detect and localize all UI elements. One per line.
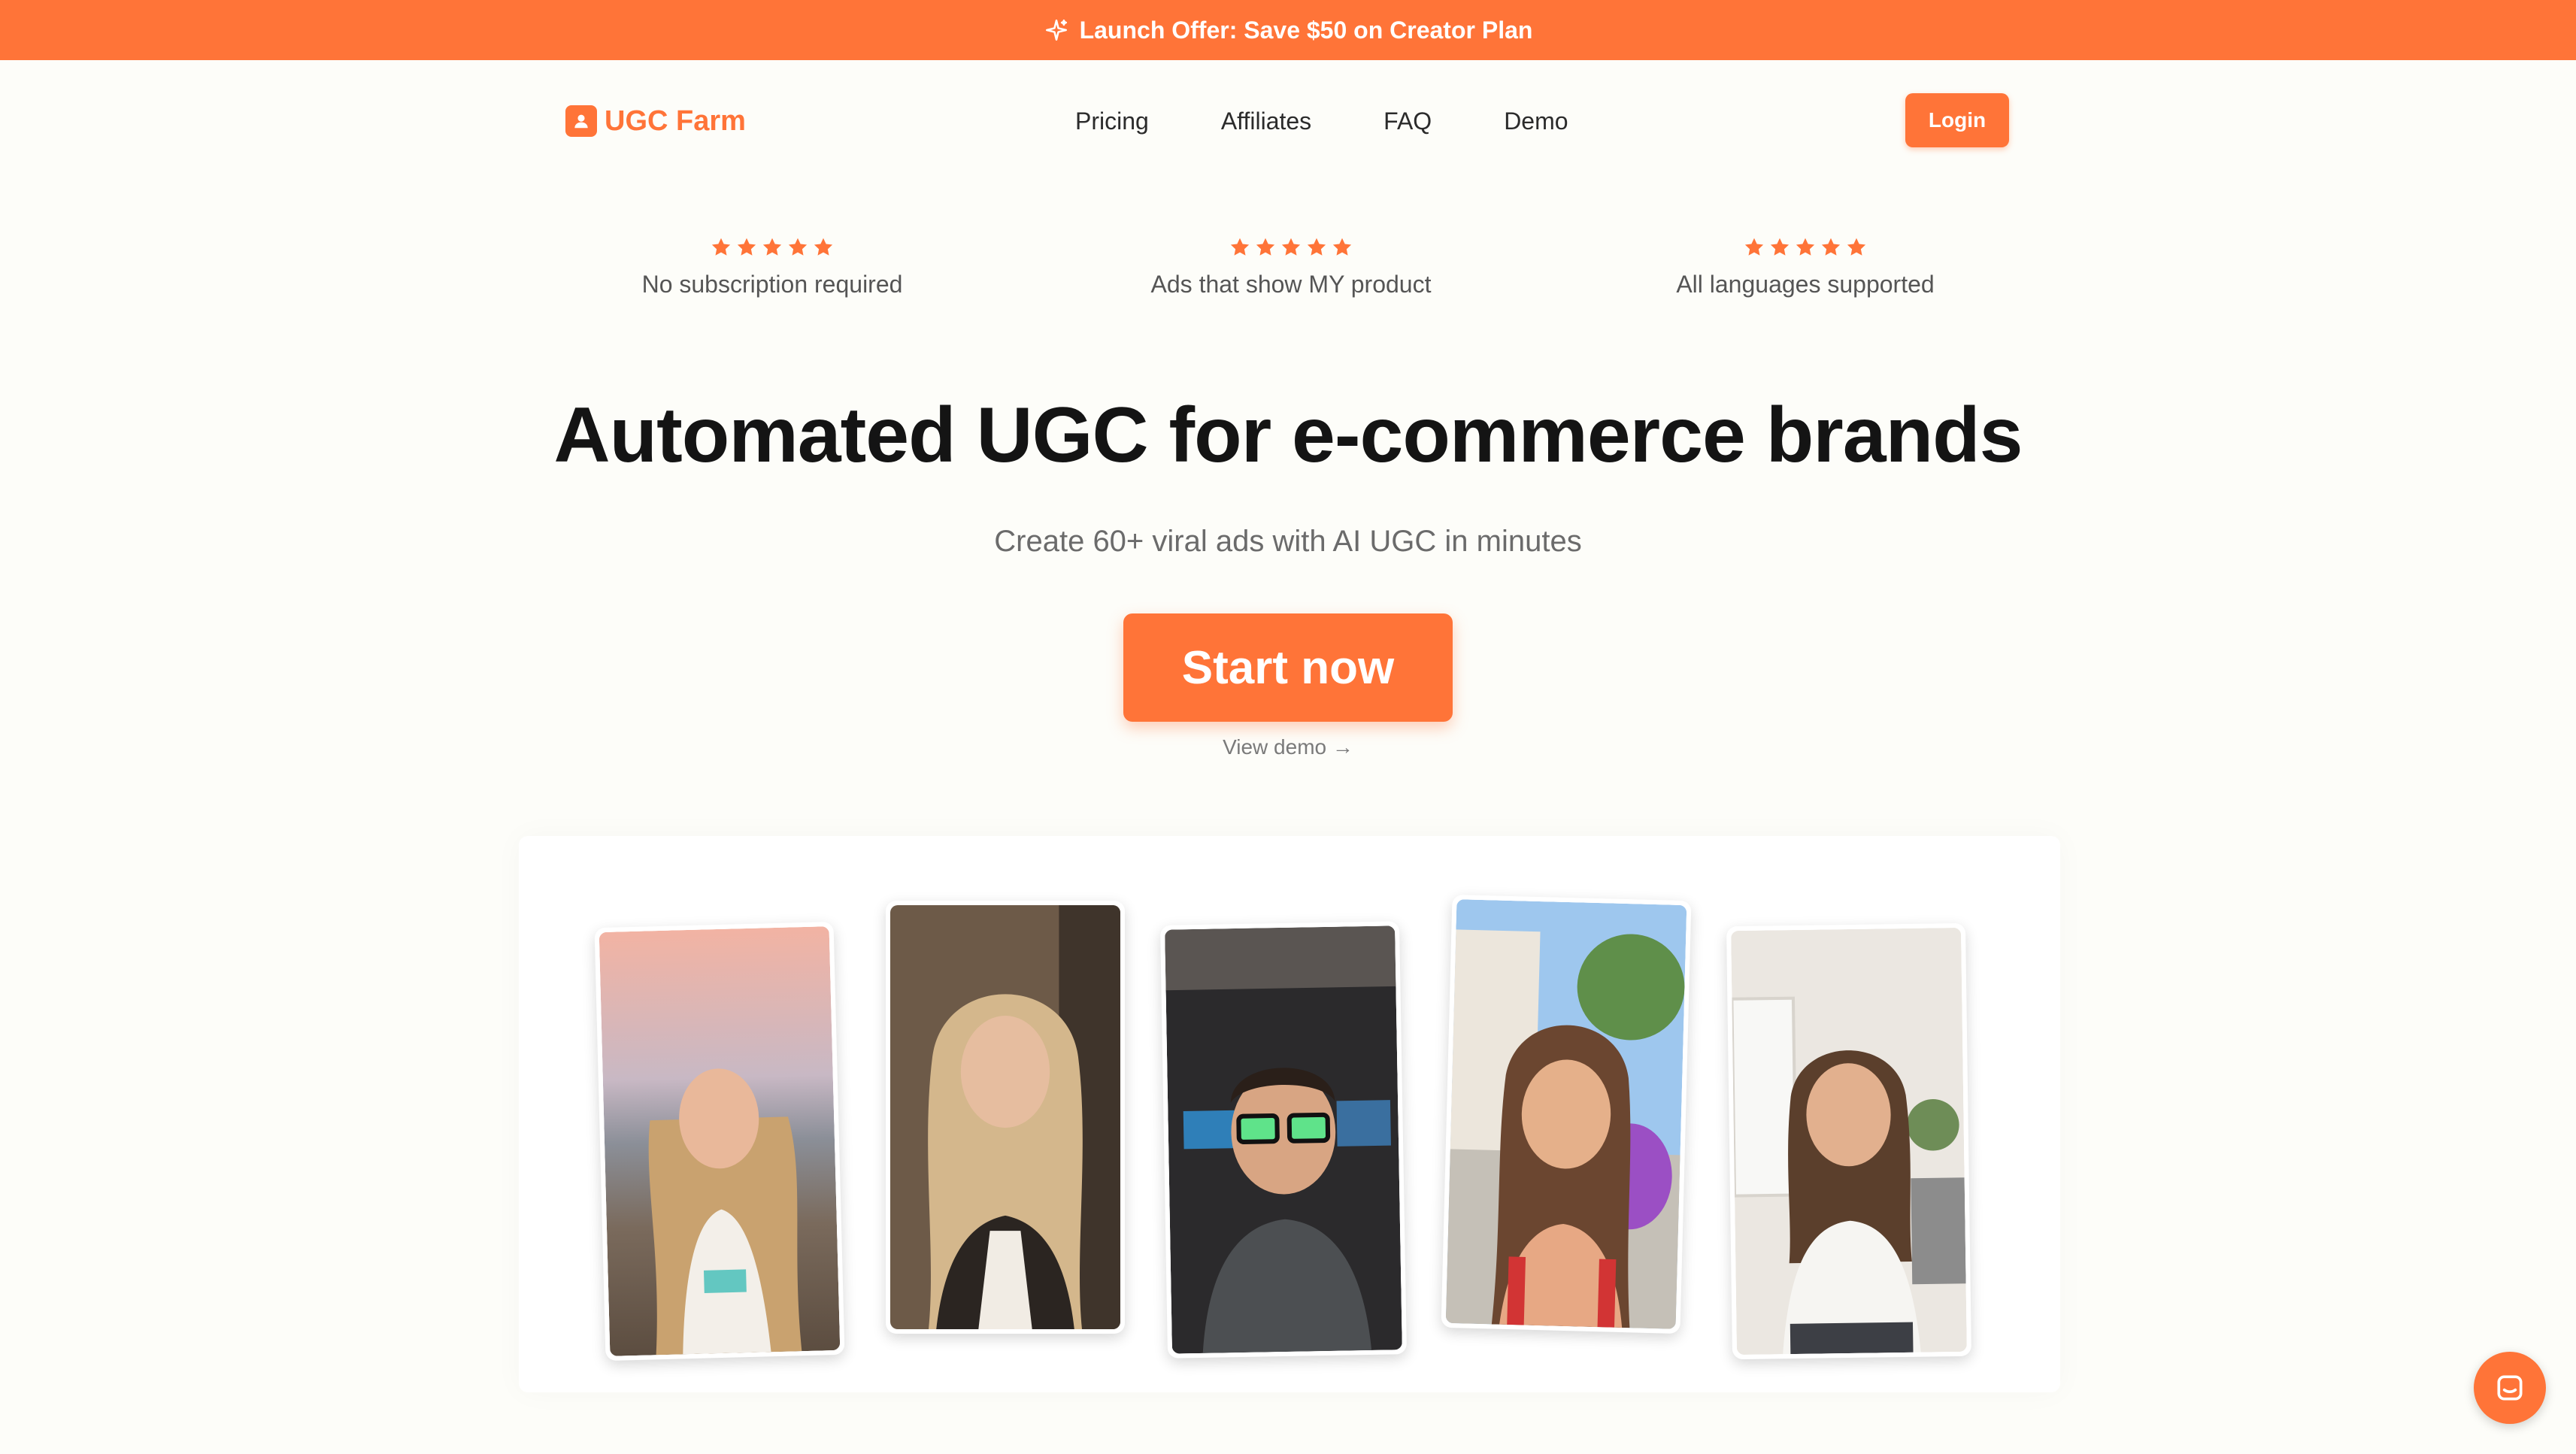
nav-link-faq[interactable]: FAQ <box>1383 108 1432 135</box>
creator-photo <box>1731 927 1967 1356</box>
feature-show-product: Ads that show MY product <box>1096 235 1487 298</box>
star-icon <box>710 236 732 259</box>
star-icon <box>1254 236 1277 259</box>
brand-name: UGC Farm <box>605 105 746 137</box>
star-icon <box>812 236 835 259</box>
star-icon <box>735 236 758 259</box>
ugc-card-street-selfie[interactable] <box>1441 894 1692 1334</box>
ugc-card-blonde-selfie[interactable] <box>886 901 1125 1334</box>
star-icon <box>1280 236 1302 259</box>
star-icon <box>1229 236 1251 259</box>
star-icon <box>786 236 809 259</box>
chat-launcher-button[interactable] <box>2474 1352 2546 1424</box>
star-icon <box>1331 236 1353 259</box>
feature-no-subscription: No subscription required <box>577 235 968 298</box>
hero-subheadline: Create 60+ viral ads with AI UGC in minu… <box>994 525 1582 558</box>
star-icon <box>1845 236 1868 259</box>
ugc-card-beach-selfie[interactable] <box>594 921 845 1362</box>
promo-banner-text: Launch Offer: Save $50 on Creator Plan <box>1079 16 1533 44</box>
hero-headline: Automated UGC for e-commerce brands <box>553 392 2023 479</box>
five-star-rating <box>1096 235 1487 260</box>
view-demo-link[interactable]: View demo → <box>0 735 2576 759</box>
feature-label: No subscription required <box>641 271 903 298</box>
login-button[interactable]: Login <box>1905 93 2009 147</box>
creator-photo <box>599 926 841 1356</box>
creator-photo <box>1445 899 1687 1329</box>
feature-label: Ads that show MY product <box>1150 271 1432 298</box>
nav-link-affiliates[interactable]: Affiliates <box>1221 108 1311 135</box>
five-star-rating <box>577 235 968 260</box>
five-star-rating <box>1610 235 2001 260</box>
creator-photo <box>890 905 1120 1329</box>
star-icon <box>1305 236 1328 259</box>
star-icon <box>1794 236 1817 259</box>
ugc-gallery <box>519 836 2060 1392</box>
start-now-button[interactable]: Start now <box>1123 613 1453 722</box>
star-icon <box>1743 236 1765 259</box>
feature-languages: All languages supported <box>1610 235 2001 298</box>
nav-link-demo[interactable]: Demo <box>1504 108 1568 135</box>
feature-label: All languages supported <box>1676 271 1935 298</box>
nav-links: Pricing Affiliates FAQ Demo <box>1075 104 1568 138</box>
star-icon <box>761 236 783 259</box>
brand-logo[interactable]: UGC Farm <box>565 104 746 138</box>
star-icon <box>1768 236 1791 259</box>
promo-banner[interactable]: Launch Offer: Save $50 on Creator Plan <box>0 0 2576 60</box>
user-badge-icon <box>565 105 597 137</box>
ugc-card-home-selfie[interactable] <box>1726 922 1972 1360</box>
ugc-card-glasses-man-selfie[interactable] <box>1159 921 1408 1359</box>
chat-icon <box>2497 1375 2523 1401</box>
nav-link-pricing[interactable]: Pricing <box>1075 108 1149 135</box>
creator-photo <box>1165 925 1402 1354</box>
top-nav: UGC Farm Pricing Affiliates FAQ Demo Log… <box>0 60 2576 180</box>
sparkle-icon <box>1045 19 1067 41</box>
star-icon <box>1820 236 1842 259</box>
